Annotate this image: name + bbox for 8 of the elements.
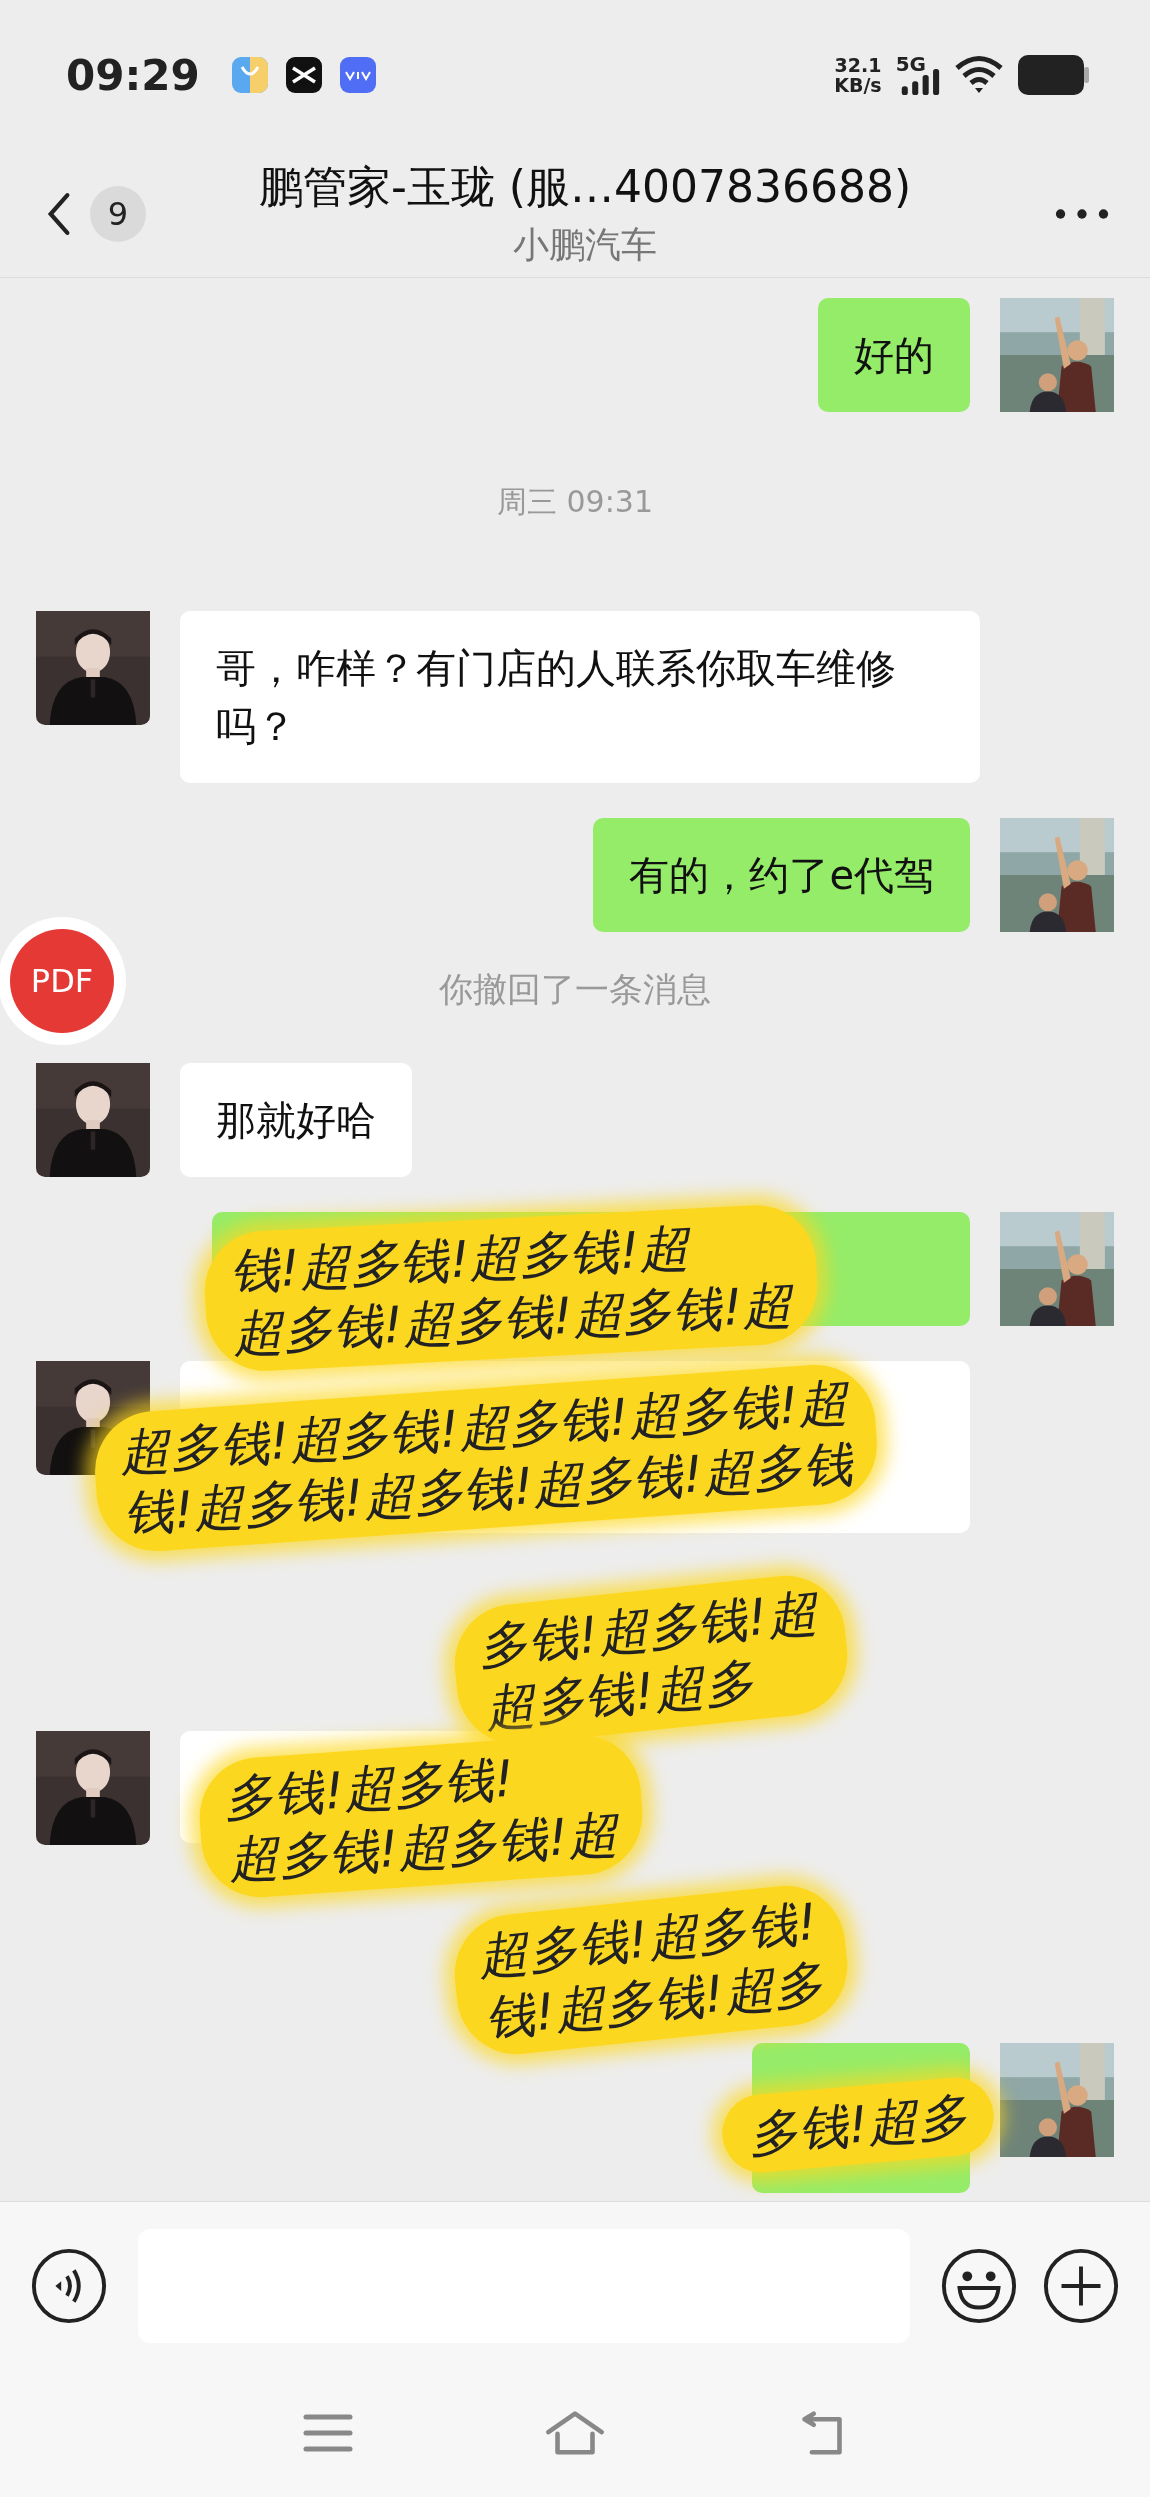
clock: 09:29 (66, 50, 200, 100)
recall-notice: 你撤回了一条消息 (439, 968, 711, 1011)
network-type: 5G (895, 52, 926, 76)
chat-title: 鹏管家-玉珑 (服…4007836688) (258, 159, 912, 214)
chat-subtitle: 小鹏汽车 (513, 222, 657, 267)
timestamp: 周三 09:31 (497, 483, 653, 521)
network-speed: 32.1 KB/s (834, 55, 882, 95)
unread-count-badge: 9 (90, 185, 146, 242)
